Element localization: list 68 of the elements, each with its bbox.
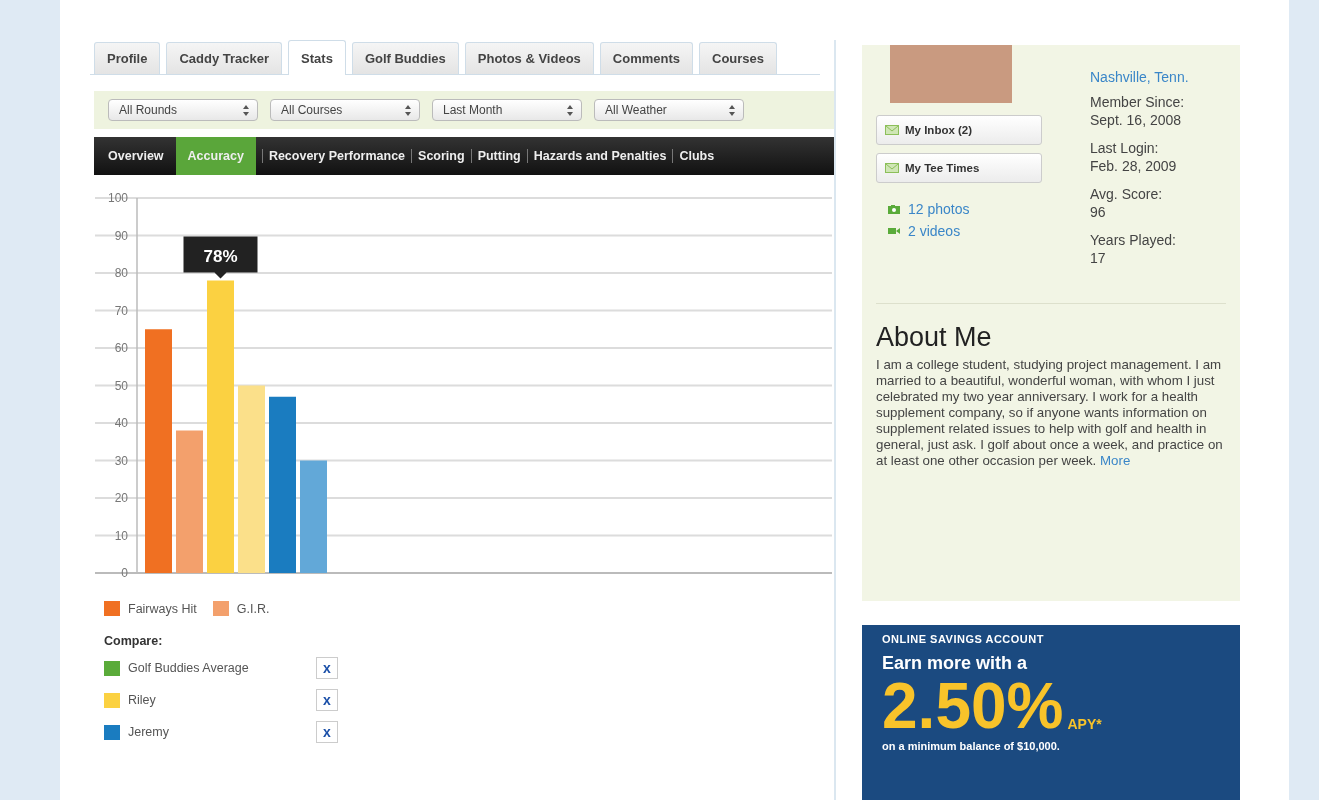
envelope-icon xyxy=(885,125,899,135)
video-camera-icon xyxy=(888,227,900,235)
camera-icon xyxy=(888,204,900,214)
y-tick-label: 10 xyxy=(114,528,128,543)
more-link[interactable]: More xyxy=(1100,453,1131,468)
compare-name: Jeremy xyxy=(128,725,170,739)
ad-rate: 2.50% xyxy=(882,674,1064,738)
y-tick-label: 40 xyxy=(114,416,128,430)
profile-tab[interactable]: Stats xyxy=(288,40,346,75)
legend-label: Fairways Hit xyxy=(128,601,197,616)
filter-dropdown[interactable]: All Weather xyxy=(594,99,744,121)
profile-tab[interactable]: Courses xyxy=(699,42,778,74)
profile-button[interactable]: My Inbox (2) xyxy=(876,115,1042,145)
ad-eyebrow: ONLINE SAVINGS ACCOUNT xyxy=(882,633,1045,645)
filter-dropdown[interactable]: All Rounds xyxy=(108,99,258,121)
profile-button[interactable]: My Tee Times xyxy=(876,153,1042,183)
y-tick-label: 80 xyxy=(114,266,128,280)
fact-label: Member Since: xyxy=(1090,93,1186,111)
ad-note: on a minimum balance of $10,000. xyxy=(882,740,1061,752)
fact-label: Last Login: xyxy=(1090,139,1160,157)
compare-name: Riley xyxy=(128,693,157,707)
media-link[interactable]: 12 photos xyxy=(908,201,970,217)
stats-nav-item[interactable]: Overview xyxy=(102,137,170,175)
y-tick-label: 90 xyxy=(114,228,128,243)
stats-nav-item[interactable]: Clubs xyxy=(673,137,721,175)
media-link[interactable]: 2 videos xyxy=(908,223,961,239)
annotation: 78% xyxy=(203,246,238,266)
fact-value: Sept. 16, 2008 xyxy=(1090,111,1183,129)
profile-tab[interactable]: Profile xyxy=(94,42,161,74)
about-text: I am a college student, studying project management. I am married to a beautiful, wonderful woman, with whom I just celebrated my two year anniversary. I work for a health supplement company, so if anyone wants information on supplement related issues to help with golf and health in general, just ask. I golf about once a week, and practice on at least one other occasion per week. More xyxy=(876,357,1224,469)
remove-button[interactable]: x xyxy=(316,657,338,679)
y-tick-label: 20 xyxy=(114,491,128,505)
compare-heading: Compare: xyxy=(104,634,164,648)
envelope-icon xyxy=(885,163,899,173)
location-link[interactable]: Nashville, Tenn. xyxy=(1090,69,1189,85)
up-down-arrows-icon xyxy=(243,104,249,116)
profile-tab[interactable]: Caddy Tracker xyxy=(166,42,283,74)
stats-nav-item[interactable]: Scoring xyxy=(412,137,471,175)
y-tick-label: 70 xyxy=(114,303,128,318)
compare-name: Golf Buddies Average xyxy=(128,661,250,675)
filter-dropdown[interactable]: All Courses xyxy=(270,99,420,121)
ad-headline: Earn more with a xyxy=(882,653,1029,674)
fact-label: Years Played: xyxy=(1090,231,1177,249)
y-tick-label: 0 xyxy=(121,566,128,580)
y-tick-label: 30 xyxy=(114,453,128,468)
ad-rate-suffix: APY* xyxy=(1067,716,1102,732)
stats-nav-item[interactable]: Putting xyxy=(471,137,527,175)
filter-dropdown[interactable]: Last Month xyxy=(432,99,582,121)
fact-value: Feb. 28, 2009 xyxy=(1090,157,1178,175)
fact-label: Avg. Score: xyxy=(1090,185,1164,203)
profile-tab[interactable]: Photos & Videos xyxy=(464,42,594,74)
remove-button[interactable]: x xyxy=(316,689,338,711)
y-tick-label: 100 xyxy=(107,193,128,205)
y-tick-label: 50 xyxy=(114,378,128,393)
remove-button[interactable]: x xyxy=(316,721,338,743)
up-down-arrows-icon xyxy=(405,104,411,116)
up-down-arrows-icon xyxy=(567,104,573,116)
profile-tab[interactable]: Golf Buddies xyxy=(351,42,459,74)
legend-label: G.I.R. xyxy=(236,601,270,616)
profile-tab[interactable]: Comments xyxy=(599,42,693,74)
fact-value: 17 xyxy=(1090,249,1107,267)
about-heading: About Me xyxy=(876,322,993,353)
fact-value: 96 xyxy=(1090,203,1107,221)
stats-nav-item[interactable]: Hazards and Penalties xyxy=(527,137,673,175)
up-down-arrows-icon xyxy=(729,104,735,116)
value-tooltip: 78% xyxy=(183,236,258,279)
y-tick-label: 60 xyxy=(114,341,128,355)
stats-nav-item[interactable]: Recovery Performance xyxy=(262,137,412,175)
